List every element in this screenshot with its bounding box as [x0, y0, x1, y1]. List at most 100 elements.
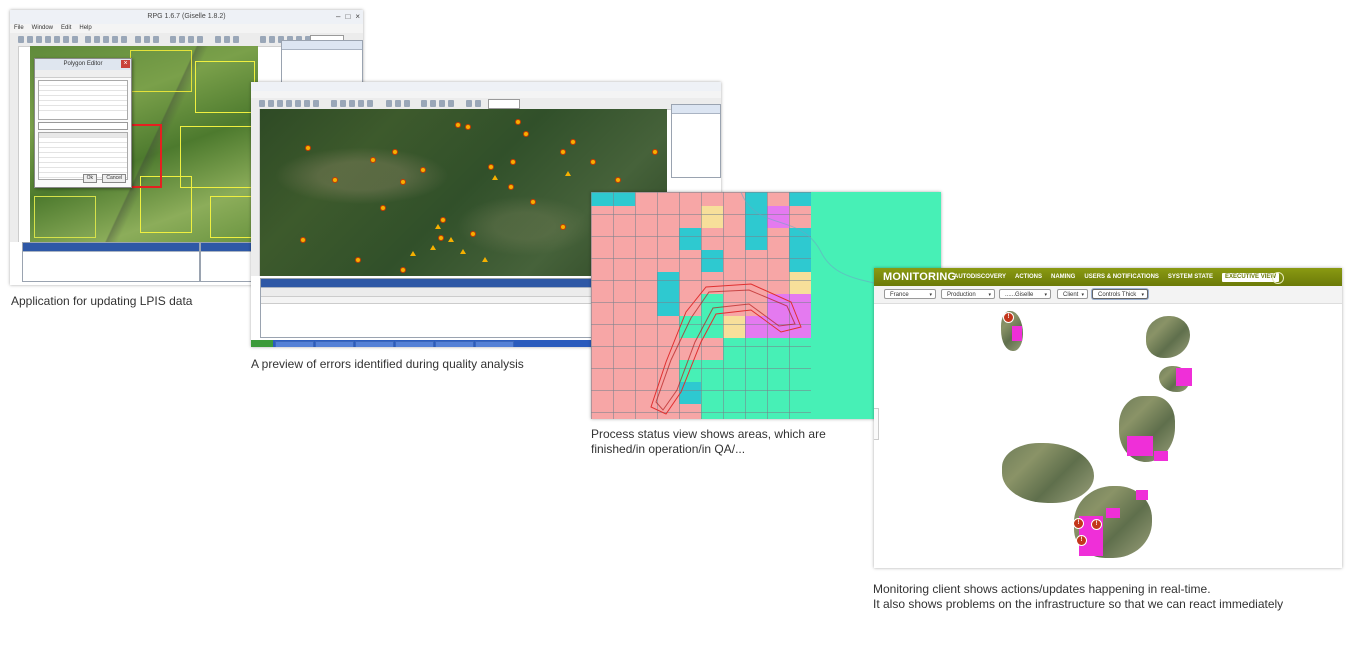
tool-button[interactable]: [94, 36, 100, 43]
tool-button[interactable]: [215, 36, 221, 43]
close-icon[interactable]: ×: [355, 12, 360, 21]
tool-button[interactable]: [103, 36, 109, 43]
country-select[interactable]: France ▾: [884, 289, 936, 299]
tool-button[interactable]: [269, 36, 275, 43]
tool-button[interactable]: [466, 100, 472, 107]
points-table[interactable]: [38, 132, 128, 180]
warning-marker[interactable]: [448, 237, 454, 242]
dialog-select[interactable]: [38, 122, 128, 130]
warning-marker[interactable]: [410, 251, 416, 256]
minimize-icon[interactable]: –: [336, 12, 340, 21]
ok-button[interactable]: Ok: [82, 174, 97, 183]
error-marker[interactable]: [652, 149, 658, 155]
tool-button[interactable]: [340, 100, 346, 107]
error-marker[interactable]: [455, 122, 461, 128]
tool-button[interactable]: [121, 36, 127, 43]
alert-icon[interactable]: !: [1073, 518, 1084, 529]
warning-marker[interactable]: [482, 257, 488, 262]
side-panel-toggle[interactable]: [874, 408, 879, 440]
nav-users-notifications[interactable]: USERS & NOTIFICATIONS: [1084, 268, 1159, 286]
error-marker[interactable]: [590, 159, 596, 165]
error-marker[interactable]: [560, 149, 566, 155]
error-marker[interactable]: [400, 179, 406, 185]
menu-file[interactable]: File: [14, 24, 24, 33]
tool-button[interactable]: [304, 100, 310, 107]
tool-button[interactable]: [395, 100, 401, 107]
taskbar-item[interactable]: [315, 341, 354, 347]
tool-button[interactable]: [72, 36, 78, 43]
tool-button[interactable]: [421, 100, 427, 107]
tool-button[interactable]: [475, 100, 481, 107]
error-marker[interactable]: [465, 124, 471, 130]
close-icon[interactable]: ×: [121, 60, 130, 68]
tool-button[interactable]: [135, 36, 141, 43]
tool-button[interactable]: [430, 100, 436, 107]
taskbar-item[interactable]: [275, 341, 314, 347]
error-marker[interactable]: [305, 145, 311, 151]
tool-button[interactable]: [27, 36, 33, 43]
menu-window[interactable]: Window: [32, 24, 53, 33]
tool-button[interactable]: [448, 100, 454, 107]
warning-marker[interactable]: [430, 245, 436, 250]
error-marker[interactable]: [370, 157, 376, 163]
region-north[interactable]: [1146, 316, 1190, 358]
tool-button[interactable]: [295, 100, 301, 107]
tool-button[interactable]: [36, 36, 42, 43]
nav-autodiscovery[interactable]: AUTODISCOVERY: [954, 268, 1006, 286]
tool-button[interactable]: [331, 100, 337, 107]
tool-button[interactable]: [286, 100, 292, 107]
tool-button[interactable]: [45, 36, 51, 43]
tool-button[interactable]: [112, 36, 118, 43]
environment-select[interactable]: Production ▾: [941, 289, 995, 299]
tool-button[interactable]: [224, 36, 230, 43]
tool-button[interactable]: [197, 36, 203, 43]
alert-icon[interactable]: !: [1003, 312, 1014, 323]
error-marker[interactable]: [560, 224, 566, 230]
tool-button[interactable]: [358, 100, 364, 107]
tool-button[interactable]: [233, 36, 239, 43]
layer-select[interactable]: Controls Thick ▾: [1092, 289, 1148, 299]
tool-button[interactable]: [179, 36, 185, 43]
menu-edit[interactable]: Edit: [61, 24, 71, 33]
maximize-icon[interactable]: □: [345, 12, 350, 21]
error-marker[interactable]: [508, 184, 514, 190]
error-marker[interactable]: [440, 217, 446, 223]
start-button[interactable]: [251, 340, 273, 347]
taskbar-item[interactable]: [475, 341, 514, 347]
error-marker[interactable]: [400, 267, 406, 273]
error-marker[interactable]: [420, 167, 426, 173]
tool-button[interactable]: [259, 100, 265, 107]
error-marker[interactable]: [380, 205, 386, 211]
region-center[interactable]: [1002, 443, 1094, 503]
nav-system-state[interactable]: SYSTEM STATE: [1168, 268, 1213, 286]
tool-button[interactable]: [404, 100, 410, 107]
warning-marker[interactable]: [460, 249, 466, 254]
error-marker[interactable]: [570, 139, 576, 145]
warning-marker[interactable]: [565, 171, 571, 176]
tool-button[interactable]: [18, 36, 24, 43]
tool-button[interactable]: [85, 36, 91, 43]
tool-button[interactable]: [153, 36, 159, 43]
tool-button[interactable]: [260, 36, 266, 43]
error-marker[interactable]: [470, 231, 476, 237]
alert-icon[interactable]: !: [1091, 519, 1102, 530]
error-marker[interactable]: [332, 177, 338, 183]
error-marker[interactable]: [530, 199, 536, 205]
error-marker[interactable]: [355, 257, 361, 263]
tool-button[interactable]: [349, 100, 355, 107]
tool-button[interactable]: [386, 100, 392, 107]
tool-button[interactable]: [277, 100, 283, 107]
alert-icon[interactable]: !: [1076, 535, 1087, 546]
application-select[interactable]: ......Giselle ▾: [999, 289, 1051, 299]
nav-actions[interactable]: ACTIONS: [1015, 268, 1042, 286]
error-marker[interactable]: [438, 235, 444, 241]
component-select[interactable]: Client ▾: [1057, 289, 1088, 299]
tool-button[interactable]: [268, 100, 274, 107]
tool-button[interactable]: [188, 36, 194, 43]
taskbar-item[interactable]: [395, 341, 434, 347]
menu-help[interactable]: Help: [79, 24, 91, 33]
tool-button[interactable]: [439, 100, 445, 107]
warning-marker[interactable]: [435, 224, 441, 229]
tool-button[interactable]: [63, 36, 69, 43]
error-marker[interactable]: [510, 159, 516, 165]
